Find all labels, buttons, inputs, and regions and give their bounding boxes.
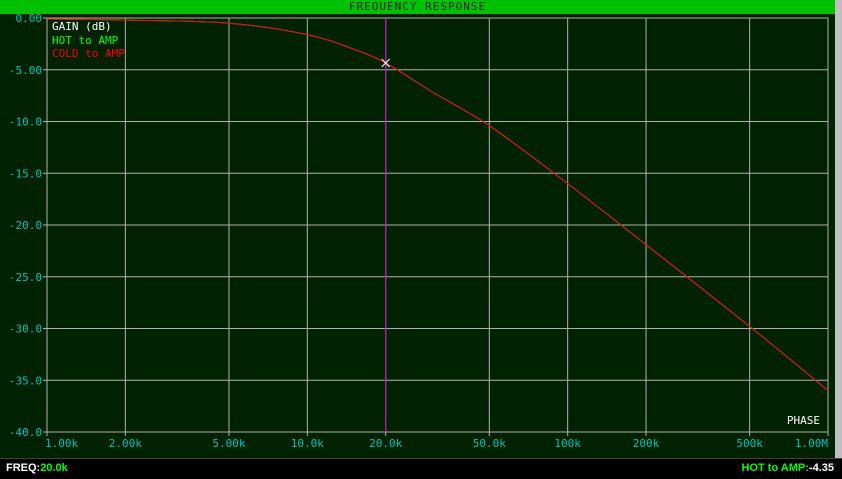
y-tick-label: -35.0	[9, 374, 42, 387]
x-tick-label: 20.0k	[369, 437, 402, 450]
y-axis-label: GAIN (dB)	[52, 20, 112, 33]
readout-value: -4.35	[808, 462, 834, 474]
frequency-response-chart[interactable]: 1.00k 2.00k 5.00k 10.0k 20.0k 50.0k 100k 200k 50…	[0, 14, 835, 458]
phase-axis-label: PHASE	[787, 414, 820, 427]
y-tick-label: -20.0	[9, 219, 42, 232]
y-tick-label: -10.0	[9, 116, 42, 129]
legend-entry: HOT to AMP	[52, 34, 119, 47]
readout-label: HOT to AMP:	[741, 462, 809, 474]
x-tick-label: 1.00k	[45, 437, 78, 450]
y-tick-label: -15.0	[9, 167, 42, 180]
status-bar: FREQ:20.0k HOT to AMP:-4.35	[0, 458, 842, 479]
plot-area[interactable]: 1.00k 2.00k 5.00k 10.0k 20.0k 50.0k 100k 200k 50…	[0, 14, 835, 458]
graph-title: FREQUENCY RESPONSE	[0, 0, 835, 14]
x-tick-label: 500k	[736, 437, 763, 450]
x-tick-label: 50.0k	[473, 437, 506, 450]
series-line	[46, 18, 829, 391]
x-tick-label: 100k	[554, 437, 581, 450]
x-tick-label: 5.00k	[212, 437, 245, 450]
series-line	[46, 18, 829, 391]
x-tick-label: 2.00k	[109, 437, 142, 450]
freq-label: FREQ:	[6, 462, 41, 474]
y-tick-label: -30.0	[9, 323, 42, 336]
y-tick-label: -5.00	[9, 64, 42, 77]
window-edge	[835, 0, 842, 458]
legend-entry: COLD to AMP	[52, 47, 125, 60]
y-tick-label: 0.00	[16, 14, 43, 25]
x-tick-label: 200k	[633, 437, 660, 450]
freq-value: 20.0k	[40, 462, 68, 474]
x-tick-label: 1.00M	[795, 437, 828, 450]
y-tick-label: -40.0	[9, 426, 42, 439]
x-tick-label: 10.0k	[291, 437, 324, 450]
y-tick-label: -25.0	[9, 271, 42, 284]
